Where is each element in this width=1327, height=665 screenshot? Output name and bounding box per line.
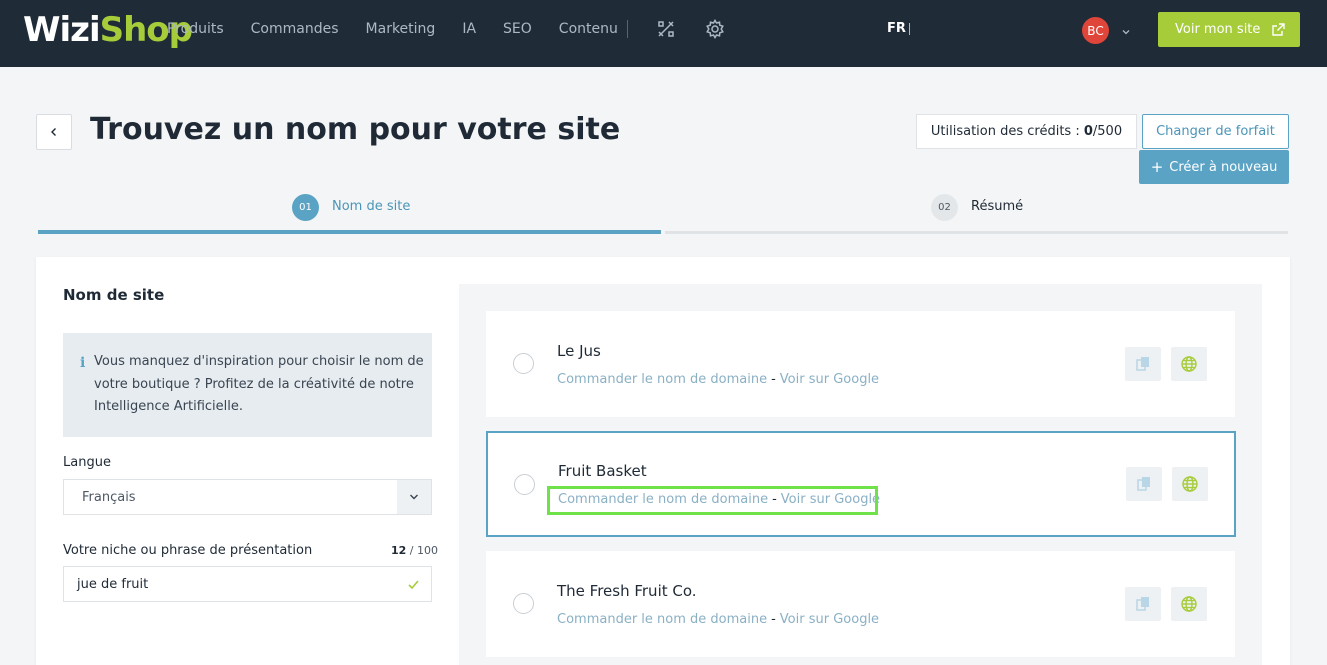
suggestion-name: Fruit Basket <box>558 462 647 480</box>
suggestion-card[interactable]: Le Jus Commander le nom de domaine - Voir … <box>486 311 1235 417</box>
external-link-icon <box>1272 23 1285 36</box>
suggestion-name: Le Jus <box>557 342 601 360</box>
niche-input[interactable]: jue de fruit <box>63 566 432 602</box>
copy-button[interactable] <box>1126 467 1162 501</box>
suggestion-card-selected[interactable]: Fruit Basket Commander le nom de domaine… <box>486 431 1236 537</box>
main-nav: Produits Commandes Marketing IA SEO Cont… <box>167 0 645 58</box>
step-2-label[interactable]: Résumé <box>971 199 1023 214</box>
nav-item-seo[interactable]: SEO <box>503 21 532 37</box>
info-box: i Vous manquez d'inspiration pour choisi… <box>63 333 432 437</box>
suggestion-card[interactable]: The Fresh Fruit Co. Commander le nom de … <box>486 551 1235 657</box>
page-title: Trouvez un nom pour votre site <box>90 112 621 147</box>
language-label: Langue <box>63 455 111 470</box>
nav-item-produits[interactable]: Produits <box>167 21 224 37</box>
globe-button[interactable] <box>1171 587 1207 621</box>
globe-button[interactable] <box>1171 347 1207 381</box>
create-again-label: Créer à nouveau <box>1169 159 1278 175</box>
language-divider <box>909 23 910 35</box>
globe-button[interactable] <box>1172 467 1208 501</box>
counter-max: / 100 <box>406 544 439 557</box>
globe-icon <box>1182 476 1198 492</box>
nav-item-commandes[interactable]: Commandes <box>251 21 339 37</box>
view-on-google-link[interactable]: Voir sur Google <box>780 612 879 627</box>
chevron-down-icon[interactable] <box>397 480 431 514</box>
credits-total: /500 <box>1092 124 1123 139</box>
tools-icon[interactable] <box>656 19 676 39</box>
credits-used: 0 <box>1083 124 1093 139</box>
nav-item-marketing[interactable]: Marketing <box>366 21 436 37</box>
step-2-number[interactable]: 02 <box>931 194 958 221</box>
suggestion-radio[interactable] <box>513 353 534 374</box>
view-on-google-link[interactable]: Voir sur Google <box>780 372 879 387</box>
nav-item-contenu[interactable]: Contenu <box>559 21 618 37</box>
back-button[interactable] <box>36 114 72 150</box>
niche-label: Votre niche ou phrase de présentation <box>63 543 313 558</box>
step-1-label[interactable]: Nom de site <box>332 199 410 214</box>
create-again-button[interactable]: + Créer à nouveau <box>1139 150 1289 184</box>
view-site-label: Voir mon site <box>1175 22 1261 37</box>
copy-icon <box>1136 597 1149 611</box>
niche-input-value: jue de fruit <box>77 577 149 592</box>
language-select[interactable]: Français <box>63 479 432 515</box>
globe-icon <box>1181 356 1197 372</box>
link-separator: - <box>771 612 776 627</box>
view-site-button[interactable]: Voir mon site <box>1158 12 1300 47</box>
focus-highlight <box>547 486 878 515</box>
order-domain-link[interactable]: Commander le nom de domaine <box>557 612 767 627</box>
order-domain-link[interactable]: Commander le nom de domaine <box>557 372 767 387</box>
suggestion-links: Commander le nom de domaine - Voir sur Goo… <box>557 612 879 627</box>
copy-button[interactable] <box>1125 587 1161 621</box>
credits-label: Utilisation des crédits : <box>930 124 1080 139</box>
step-1-number[interactable]: 01 <box>292 194 319 221</box>
copy-icon <box>1137 477 1150 491</box>
step-1-progress <box>38 230 661 234</box>
logo-text-wizi: Wizi <box>23 10 101 50</box>
copy-icon <box>1136 357 1149 371</box>
plus-icon: + <box>1150 158 1164 176</box>
counter-current: 12 <box>391 544 407 557</box>
step-2-progress <box>665 231 1288 234</box>
chevron-down-icon[interactable] <box>1121 22 1131 35</box>
suggestion-radio[interactable] <box>514 474 535 495</box>
change-plan-button[interactable]: Changer de forfait <box>1142 114 1289 149</box>
link-separator: - <box>771 372 776 387</box>
nav-item-ia[interactable]: IA <box>462 21 476 37</box>
suggestion-name: The Fresh Fruit Co. <box>557 582 697 600</box>
credits-usage: Utilisation des crédits : 0/500 <box>916 114 1137 149</box>
suggestion-links: Commander le nom de domaine - Voir sur Goo… <box>557 372 879 387</box>
globe-icon <box>1181 596 1197 612</box>
check-icon <box>408 580 419 590</box>
nav-divider <box>627 20 628 38</box>
section-title: Nom de site <box>63 286 165 304</box>
info-icon: i <box>80 355 86 371</box>
chevron-left-icon <box>51 128 56 136</box>
avatar[interactable]: BC <box>1082 17 1109 44</box>
language-switch[interactable]: FR <box>887 21 906 36</box>
copy-button[interactable] <box>1125 347 1161 381</box>
suggestion-radio[interactable] <box>513 593 534 614</box>
gear-icon[interactable] <box>705 19 725 39</box>
character-counter: 12 / 100 <box>391 544 438 557</box>
top-navigation-bar: WiziShop Produits Commandes Marketing IA… <box>0 0 1327 67</box>
language-select-value: Français <box>82 490 136 505</box>
info-text: Vous manquez d'inspiration pour choisir … <box>94 354 424 414</box>
